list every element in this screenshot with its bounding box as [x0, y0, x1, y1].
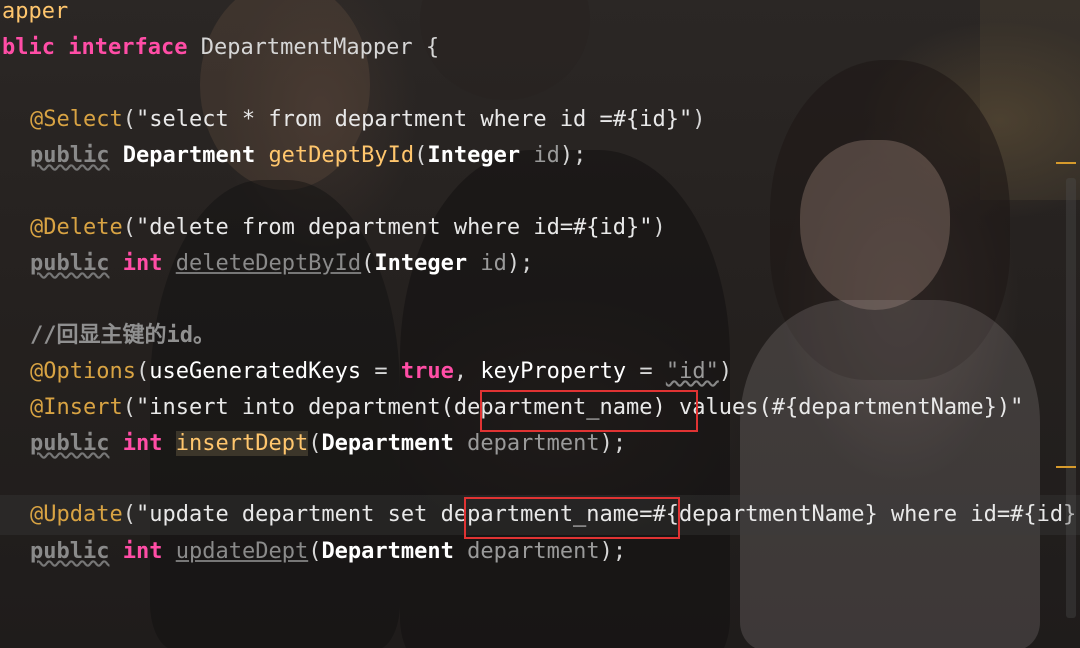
scrollbar-thumb[interactable]	[1066, 178, 1076, 618]
token-equals: =	[361, 359, 401, 384]
token-method-name: getDeptById	[268, 143, 415, 168]
token-keyword-interface: interface	[68, 35, 188, 60]
token-method-name: insertDept	[175, 431, 309, 456]
code-line-update-annotation[interactable]: @Update("update department set departmen…	[0, 495, 1080, 535]
token-param-name: department	[467, 539, 600, 564]
code-line-delete-annotation[interactable]: @Delete("delete from department where id…	[30, 213, 666, 249]
token-sql-string: "select * from department where id =#{id…	[135, 107, 693, 132]
token-method-name: deleteDeptById	[175, 251, 362, 276]
token-paren-open: (	[308, 431, 322, 456]
token-paren-close: );	[599, 431, 627, 456]
token-attr-use-generated-keys: useGeneratedKeys	[149, 359, 362, 384]
wallpaper-window-shape	[980, 0, 1080, 200]
code-line-deleteDeptById[interactable]: public int deleteDeptById(Integer id);	[30, 249, 533, 285]
code-line-select-annotation[interactable]: @Select("select * from department where …	[30, 105, 706, 141]
token-annotation-tail: apper	[2, 0, 69, 24]
token-annotation-delete: @Delete	[30, 215, 123, 240]
token-param-type: Integer	[374, 251, 468, 276]
token-comment: //回显主键的id。	[30, 323, 215, 348]
token-return-type: int	[122, 251, 163, 276]
token-param-name: id	[533, 143, 560, 168]
wallpaper-figure-top	[420, 0, 590, 100]
token-keyword-public: blic	[2, 35, 55, 60]
code-line-options-annotation[interactable]: @Options(useGeneratedKeys = true, keyPro…	[30, 357, 732, 393]
token-sql-string: "insert into department(department_name)…	[135, 395, 1024, 420]
token-return-type: int	[122, 431, 163, 456]
token-param-type: Department	[321, 539, 454, 564]
token-annotation-insert: @Insert	[30, 395, 123, 420]
token-keyword-public: public	[30, 431, 110, 456]
token-literal-true: true	[400, 359, 454, 384]
code-editor[interactable]: apper blic interface DepartmentMapper { …	[0, 0, 1080, 648]
token-annotation-select: @Select	[30, 107, 123, 132]
token-paren-close: );	[506, 251, 534, 276]
token-paren-close: );	[559, 143, 587, 168]
token-paren-open: (	[361, 251, 375, 276]
token-keyword-public: public	[30, 251, 110, 276]
wallpaper-girl-hair	[770, 60, 1010, 380]
token-keyword-public: public	[30, 539, 110, 564]
token-keyword-public: public	[30, 143, 110, 168]
token-paren-close: )	[652, 215, 666, 240]
token-paren-open: (	[122, 107, 136, 132]
token-param-type: Department	[321, 431, 454, 456]
token-param-name: department	[467, 431, 600, 456]
token-equals: =	[626, 359, 666, 384]
code-line-insertDept[interactable]: public int insertDept(Department departm…	[30, 429, 626, 465]
code-line-1[interactable]: apper	[2, 0, 68, 33]
token-paren-open: (	[122, 215, 136, 240]
token-paren-close: )	[718, 359, 733, 384]
scrollbar-warning-marker[interactable]	[1056, 466, 1076, 468]
token-sql-string: "delete from department where id=#{id}"	[135, 215, 653, 240]
token-method-name: updateDept	[175, 539, 309, 564]
token-paren-open: (	[122, 502, 136, 527]
token-sql-string: "update department set department_name=#…	[135, 502, 1080, 527]
token-attr-key-property: keyProperty	[480, 359, 627, 384]
token-paren-open: (	[308, 539, 322, 564]
token-return-type: Department	[122, 143, 256, 168]
token-paren-close: );	[599, 539, 627, 564]
token-paren-open: (	[135, 359, 150, 384]
token-string-id: "id"	[665, 359, 719, 384]
token-param-type: Integer	[427, 143, 521, 168]
token-paren-open: (	[122, 395, 136, 420]
wallpaper-girl-body	[740, 300, 1040, 648]
token-paren-close: )	[692, 107, 706, 132]
token-interface-name: DepartmentMapper	[200, 35, 413, 60]
token-paren-open: (	[414, 143, 428, 168]
token-return-type: int	[122, 539, 163, 564]
code-line-updateDept[interactable]: public int updateDept(Department departm…	[30, 537, 626, 573]
scrollbar-warning-marker[interactable]	[1056, 162, 1076, 164]
token-annotation-options: @Options	[30, 359, 136, 384]
code-line-insert-annotation[interactable]: @Insert("insert into department(departme…	[30, 393, 1023, 429]
code-line-comment[interactable]: //回显主键的id。	[30, 321, 215, 357]
token-param-name: id	[480, 251, 507, 276]
token-annotation-update: @Update	[30, 502, 123, 527]
code-line-2[interactable]: blic interface DepartmentMapper {	[2, 33, 439, 69]
code-line-getDeptById[interactable]: public Department getDeptById(Integer id…	[30, 141, 586, 177]
token-brace: {	[425, 35, 440, 60]
token-comma: ,	[453, 359, 481, 384]
wallpaper-girl-face	[800, 140, 950, 310]
